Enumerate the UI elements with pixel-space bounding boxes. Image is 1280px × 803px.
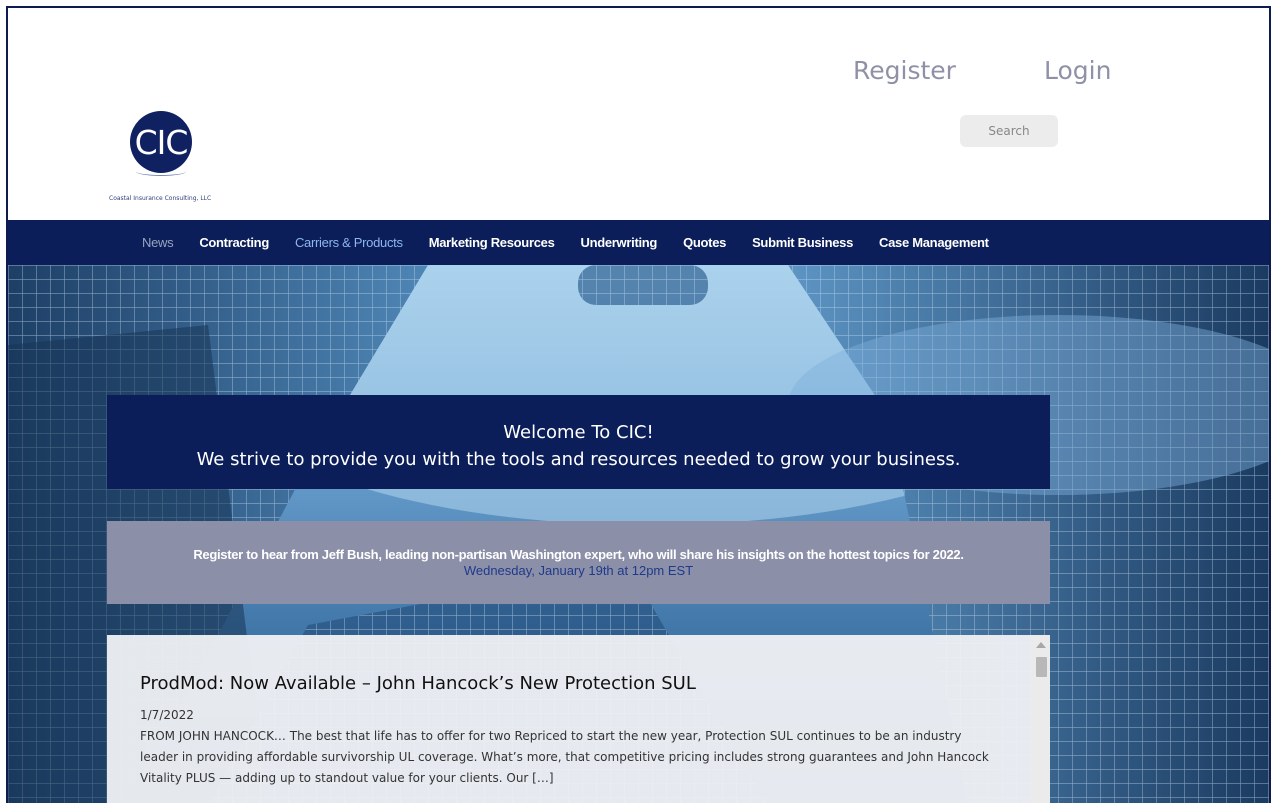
event-date: Wednesday, January 19th at 12pm EST — [463, 563, 694, 578]
nav-item-carriers-products[interactable]: Carriers & Products — [295, 235, 403, 250]
nav-item-contracting[interactable]: Contracting — [199, 235, 269, 250]
news-article-title[interactable]: ProdMod: Now Available – John Hancock’s … — [140, 673, 696, 694]
nav-item-case-management[interactable]: Case Management — [879, 235, 989, 250]
register-link[interactable]: Register — [853, 56, 956, 85]
logo-caption: Coastal Insurance Consulting, LLC — [109, 195, 212, 202]
news-panel: ProdMod: Now Available – John Hancock’s … — [107, 635, 1050, 803]
login-link[interactable]: Login — [1044, 56, 1111, 85]
welcome-heading: Welcome To CIC! — [503, 422, 654, 443]
news-article-date: 1/7/2022 — [140, 708, 194, 722]
nav-item-quotes[interactable]: Quotes — [683, 235, 726, 250]
news-article-excerpt: FROM JOHN HANCOCK… The best that life ha… — [140, 729, 989, 785]
nav-item-news[interactable]: News — [142, 235, 174, 250]
site-header: CIC Coastal Insurance Consulting, LLC Re… — [8, 8, 1269, 220]
nav-item-marketing-resources[interactable]: Marketing Resources — [429, 235, 555, 250]
welcome-banner: Welcome To CIC! We strive to provide you… — [107, 395, 1050, 489]
scroll-thumb[interactable] — [1036, 657, 1047, 677]
logo-swoosh-icon — [136, 167, 186, 176]
nav-item-underwriting[interactable]: Underwriting — [581, 235, 658, 250]
page-frame: CIC Coastal Insurance Consulting, LLC Re… — [6, 6, 1271, 803]
nav-item-submit-business[interactable]: Submit Business — [752, 235, 853, 250]
search-input[interactable] — [960, 115, 1058, 147]
logo-text: CIC — [134, 122, 189, 162]
welcome-subheading: We strive to provide you with the tools … — [196, 449, 961, 470]
event-text: Register to hear from Jeff Bush, leading… — [193, 547, 964, 562]
scroll-up-arrow-icon[interactable] — [1036, 642, 1046, 648]
cic-logo[interactable]: CIC — [130, 111, 192, 176]
news-scrollbar[interactable] — [1032, 635, 1050, 803]
event-banner[interactable]: Register to hear from Jeff Bush, leading… — [107, 521, 1050, 604]
main-nav: News Contracting Carriers & Products Mar… — [8, 220, 1269, 265]
